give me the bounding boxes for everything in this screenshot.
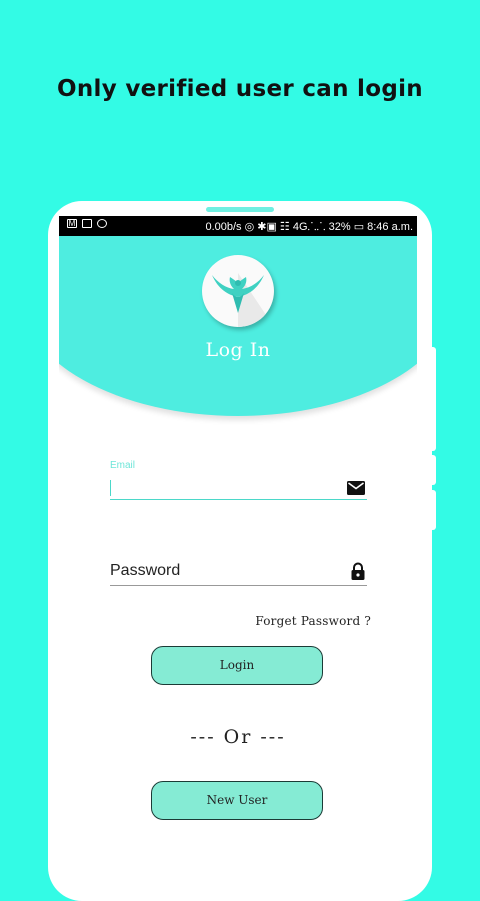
phone-side-button (432, 490, 436, 530)
phone-frame: M 0.00b/s ◎ ✱▣ ☷ 4G⸫⸫ 32% ▭ 8:46 a.m. Lo… (48, 201, 432, 901)
promo-headline: Only verified user can login (57, 76, 423, 102)
status-right-text: 0.00b/s ◎ ✱▣ ☷ 4G⸫⸫ 32% ▭ 8:46 a.m. (205, 221, 413, 233)
status-left-icons: M (67, 219, 107, 228)
phone-speaker (206, 207, 274, 212)
email-label: Email (110, 460, 136, 471)
app-screen: M 0.00b/s ◎ ✱▣ ☷ 4G⸫⸫ 32% ▭ 8:46 a.m. Lo… (59, 216, 417, 866)
lock-icon (351, 562, 365, 580)
status-bar: M 0.00b/s ◎ ✱▣ ☷ 4G⸫⸫ 32% ▭ 8:46 a.m. (59, 216, 417, 236)
app-logo (202, 255, 274, 327)
whatsapp-icon (97, 219, 107, 228)
phone-side-button (432, 455, 436, 485)
mail-icon (347, 481, 365, 495)
gmail-icon: M (67, 219, 77, 228)
or-divider: --- Or --- (190, 726, 286, 748)
phone-side-button (432, 347, 436, 451)
password-placeholder: Password (110, 562, 181, 579)
forgot-password-link[interactable]: Forget Password ? (255, 614, 371, 628)
password-field[interactable]: Password (110, 559, 367, 586)
login-button[interactable]: Login (151, 646, 323, 685)
email-field[interactable] (110, 477, 367, 500)
new-user-button[interactable]: New User (151, 781, 323, 820)
gallery-icon (82, 219, 92, 228)
password-field-group: Password (110, 559, 367, 586)
text-cursor (110, 480, 111, 496)
page-title: Log In (205, 339, 271, 361)
bird-logo-icon (212, 273, 274, 327)
email-field-group: Email (110, 460, 367, 500)
